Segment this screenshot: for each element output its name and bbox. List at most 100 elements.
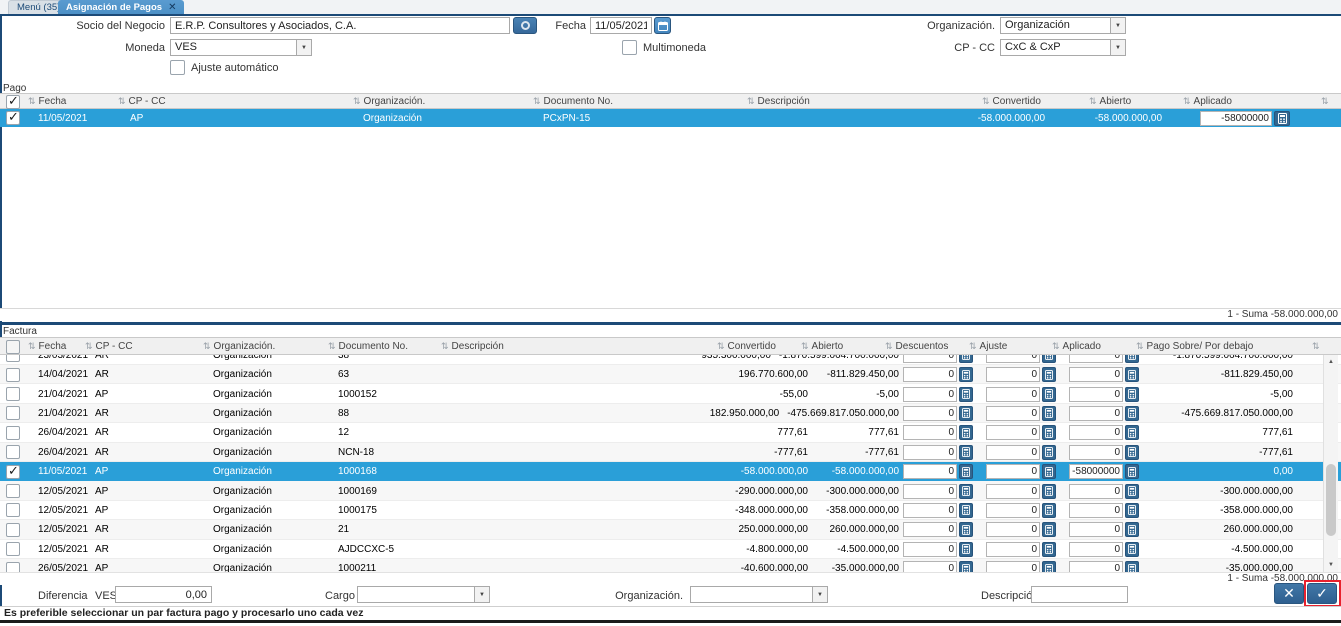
aplicado-input[interactable] [1069,503,1123,518]
organizacion-select[interactable]: Organización ▼ [1000,17,1126,34]
aplicado-input[interactable] [1069,425,1123,440]
row-checkbox[interactable] [6,368,20,382]
aplicado-input[interactable] [1069,464,1123,479]
factura-col-pago-sobre[interactable]: ⇅Pago Sobre/ Por debajo [1136,338,1253,354]
pago-col-fecha[interactable]: ⇅Fecha [28,94,66,108]
ajuste-input[interactable] [986,355,1040,363]
aplicado-input[interactable] [1069,406,1123,421]
factura-table-row[interactable]: 12/05/2021 AP Organización 1000175 -348.… [0,501,1341,520]
tab-close-icon[interactable]: ✕ [168,2,176,13]
descuentos-input[interactable] [903,522,957,537]
pago-col-cp-cc[interactable]: ⇅CP - CC [118,94,166,108]
row-checkbox[interactable] [6,426,20,440]
confirm-button[interactable]: ✓ [1307,583,1337,604]
aplicado-input[interactable] [1069,484,1123,499]
factura-table-row[interactable]: 12/05/2021 AR Organización 21 250.000.00… [0,520,1341,539]
diferencia-input[interactable] [115,586,212,603]
calculator-button[interactable] [1042,445,1056,460]
calculator-button[interactable] [1125,542,1139,557]
calculator-button[interactable] [1125,445,1139,460]
calculator-button[interactable] [959,445,973,460]
ajuste-automatico-checkbox[interactable] [170,60,185,75]
factura-col-descuentos[interactable]: ⇅Descuentos [885,338,948,354]
calculator-button[interactable] [959,484,973,499]
moneda-select[interactable]: VES ▼ [170,39,312,56]
aplicado-input[interactable] [1069,367,1123,382]
aplicado-input[interactable] [1069,522,1123,537]
ajuste-input[interactable] [986,464,1040,479]
aplicado-input[interactable] [1069,445,1123,460]
pago-table-row[interactable]: 11/05/2021 AP Organización PCxPN-15 -58.… [0,109,1341,127]
descuentos-input[interactable] [903,367,957,382]
aplicado-input[interactable] [1069,387,1123,402]
calculator-button[interactable] [1125,464,1139,479]
tab-asignacion-de-pagos[interactable]: Asignación de Pagos ✕ [58,0,184,14]
calculator-button[interactable] [1042,355,1056,363]
row-checkbox[interactable] [6,387,20,401]
row-checkbox[interactable] [6,465,20,479]
factura-table-row[interactable]: 26/05/2021 AP Organización 1000211 -40.6… [0,559,1341,572]
row-checkbox[interactable] [6,523,20,537]
row-checkbox[interactable] [6,542,20,556]
factura-col-documento[interactable]: ⇅Documento No. [328,338,408,354]
aplicado-input[interactable] [1069,542,1123,557]
calculator-button[interactable] [1042,464,1056,479]
pago-select-all-checkbox[interactable] [6,95,20,109]
dropdown-arrow-icon[interactable]: ▼ [1110,40,1125,55]
multimoneda-checkbox[interactable] [622,40,637,55]
calculator-button[interactable] [959,387,973,402]
calculator-button[interactable] [1125,522,1139,537]
calculator-button[interactable] [959,503,973,518]
factura-col-organizacion[interactable]: ⇅Organización. [203,338,275,354]
calculator-button[interactable] [1042,484,1056,499]
factura-scrollbar[interactable]: ▲ ▼ [1323,355,1338,572]
calculator-button[interactable] [1042,542,1056,557]
pago-col-extra[interactable]: ⇅ [1321,94,1329,108]
row-checkbox[interactable] [6,484,20,498]
descripcion-input[interactable] [1031,586,1128,603]
scroll-up-icon[interactable]: ▲ [1324,355,1338,369]
ajuste-input[interactable] [986,522,1040,537]
factura-table-row[interactable]: 23/03/2021 AR Organización 38 935.300.00… [0,355,1341,365]
ajuste-input[interactable] [986,503,1040,518]
dropdown-arrow-icon[interactable]: ▼ [812,587,827,602]
pago-col-abierto[interactable]: ⇅Abierto [1089,94,1131,108]
factura-table-row[interactable]: 11/05/2021 AP Organización 1000168 -58.0… [0,462,1341,481]
factura-col-convertido[interactable]: ⇅Convertido [717,338,776,354]
calculator-button[interactable] [959,464,973,479]
pago-col-organizacion[interactable]: ⇅Organización. [353,94,425,108]
factura-table-row[interactable]: 26/04/2021 AR Organización NCN-18 -777,6… [0,443,1341,462]
descuentos-input[interactable] [903,425,957,440]
factura-col-extra[interactable]: ⇅ [1312,338,1320,354]
calculator-button[interactable] [1125,503,1139,518]
pago-col-documento[interactable]: ⇅Documento No. [533,94,613,108]
socio-del-negocio-input[interactable] [170,17,510,34]
dropdown-arrow-icon[interactable]: ▼ [296,40,311,55]
factura-col-fecha[interactable]: ⇅Fecha [28,338,66,354]
calculator-button[interactable] [1125,367,1139,382]
calculator-button[interactable] [959,406,973,421]
ajuste-input[interactable] [986,484,1040,499]
aplicado-input[interactable] [1200,111,1272,126]
factura-table-row[interactable]: 21/04/2021 AR Organización 88 182.950.00… [0,404,1341,423]
row-checkbox[interactable] [6,445,20,459]
cargo-select[interactable]: ▼ [357,586,490,603]
factura-select-all-checkbox[interactable] [6,340,20,354]
row-checkbox[interactable] [6,355,20,362]
dropdown-arrow-icon[interactable]: ▼ [1110,18,1125,33]
ajuste-input[interactable] [986,561,1040,572]
calculator-button[interactable] [1125,387,1139,402]
calculator-button[interactable] [1125,355,1139,363]
calculator-button[interactable] [959,367,973,382]
pago-col-convertido[interactable]: ⇅Convertido [982,94,1041,108]
descuentos-input[interactable] [903,355,957,363]
descuentos-input[interactable] [903,406,957,421]
descuentos-input[interactable] [903,484,957,499]
calculator-button[interactable] [1125,406,1139,421]
calculator-button[interactable] [1042,425,1056,440]
pago-col-aplicado[interactable]: ⇅Aplicado [1183,94,1232,108]
descuentos-input[interactable] [903,464,957,479]
ajuste-input[interactable] [986,425,1040,440]
calculator-button[interactable] [1125,561,1139,572]
calculator-button[interactable] [1042,503,1056,518]
